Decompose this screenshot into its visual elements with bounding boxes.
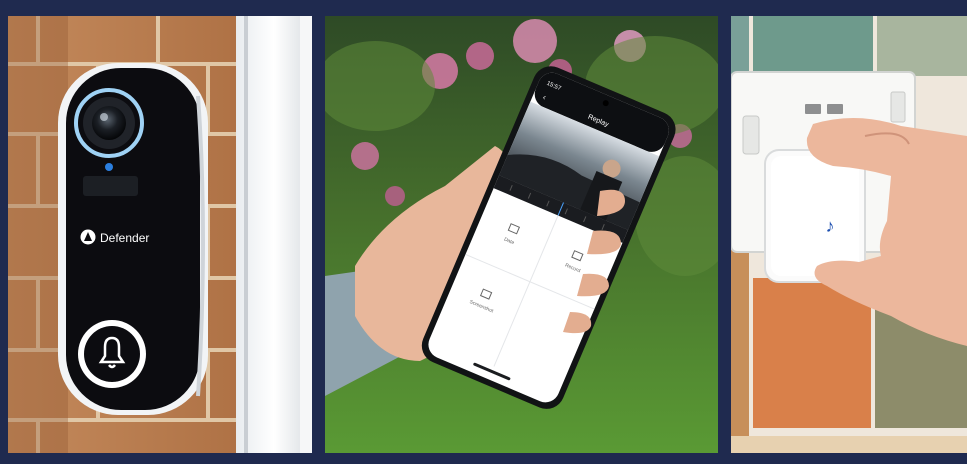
chime-scene: ♪ xyxy=(731,16,967,453)
phone-panel: 15:57 ‹ Replay Date Record Screenshot xyxy=(325,16,718,453)
doorbell-panel: Defender xyxy=(8,16,312,453)
doorbell-scene: Defender xyxy=(8,16,312,453)
doorbell-brand: Defender xyxy=(100,231,149,245)
music-note-icon: ♪ xyxy=(826,216,835,236)
phone-scene: 15:57 ‹ Replay Date Record Screenshot xyxy=(325,16,718,453)
defender-logo-icon xyxy=(80,229,96,245)
product-collage: Defender 15:57 ‹ Replay Date Record Scre… xyxy=(0,0,967,464)
video-doorbell: Defender xyxy=(58,63,208,415)
chime-panel: ♪ xyxy=(731,16,967,453)
